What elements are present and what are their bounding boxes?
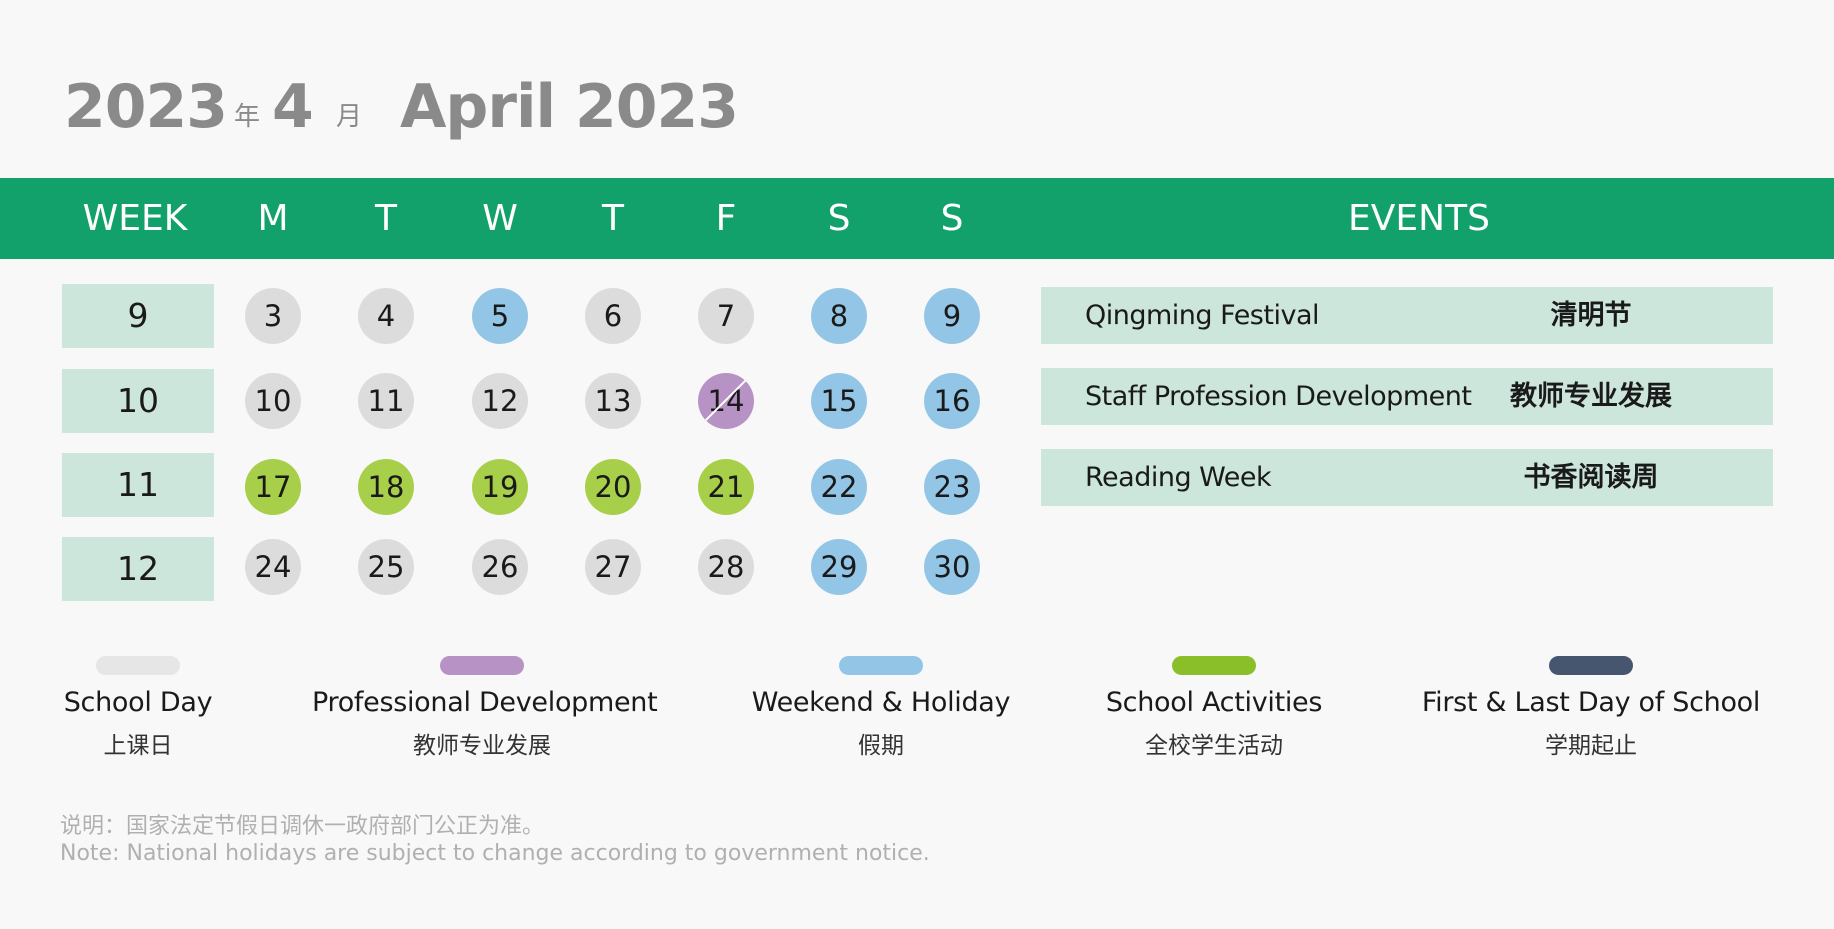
note-zh: 说明：国家法定节假日调休一政府部门公正为准。 xyxy=(60,814,545,839)
event-name-zh: 书香阅读周 xyxy=(1523,462,1659,493)
week-number: 12 xyxy=(62,537,214,601)
legend-label-en: Weekend & Holiday xyxy=(751,687,1011,718)
week-number: 9 xyxy=(62,284,214,348)
header-monday: M xyxy=(257,198,289,239)
calendar-day: 30 xyxy=(924,539,980,595)
legend-swatch xyxy=(839,656,923,675)
calendar-day: 7 xyxy=(698,288,754,344)
calendar-day: 22 xyxy=(811,459,867,515)
calendar-day: 18 xyxy=(358,459,414,515)
legend-label-zh: 教师专业发展 xyxy=(413,733,551,759)
calendar-day: 23 xyxy=(924,459,980,515)
legend-label-zh: 全校学生活动 xyxy=(1145,733,1283,759)
title-english: April 2023 xyxy=(400,72,739,142)
event-name-en: Qingming Festival xyxy=(1085,300,1320,331)
calendar-day: 16 xyxy=(924,373,980,429)
week-number: 10 xyxy=(62,369,214,433)
legend-label-en: First & Last Day of School xyxy=(1421,687,1761,718)
event-name-zh: 清明节 xyxy=(1550,300,1632,331)
calendar-day: 11 xyxy=(358,373,414,429)
calendar-day: 3 xyxy=(245,288,301,344)
legend-swatch xyxy=(1549,656,1633,675)
legend-school-activities: School Activities 全校学生活动 xyxy=(1044,656,1384,760)
event-row: Staff Profession Development 教师专业发展 xyxy=(1041,368,1773,425)
legend-weekend-holiday: Weekend & Holiday 假期 xyxy=(711,656,1051,760)
event-row: Qingming Festival 清明节 xyxy=(1041,287,1773,344)
title-month: 4 xyxy=(272,72,314,142)
calendar-day: 5 xyxy=(472,288,528,344)
calendar-day: 21 xyxy=(698,459,754,515)
calendar-day: 15 xyxy=(811,373,867,429)
event-row: Reading Week 书香阅读周 xyxy=(1041,449,1773,506)
legend-swatch xyxy=(440,656,524,675)
calendar-day: 25 xyxy=(358,539,414,595)
header-saturday: S xyxy=(827,198,851,239)
header-week: WEEK xyxy=(82,198,188,239)
calendar-day: 17 xyxy=(245,459,301,515)
legend-label-en: Professional Development xyxy=(312,687,658,718)
calendar-day: 20 xyxy=(585,459,641,515)
week-number: 11 xyxy=(62,453,214,517)
legend-label-en: School Day xyxy=(63,687,213,718)
title-year: 2023 xyxy=(64,72,228,142)
event-name-zh: 教师专业发展 xyxy=(1510,381,1672,412)
note-en: Note: National holidays are subject to c… xyxy=(60,841,930,866)
title-yue: 月 xyxy=(336,102,363,132)
calendar-day: 12 xyxy=(472,373,528,429)
title-nian: 年 xyxy=(234,102,261,132)
calendar-day: 14 xyxy=(698,373,754,429)
legend-label-zh: 假期 xyxy=(858,733,904,759)
legend-label-zh: 上课日 xyxy=(103,733,173,759)
event-name-en: Staff Profession Development xyxy=(1085,381,1472,412)
header-thursday: T xyxy=(602,198,624,239)
legend-first-last-day: First & Last Day of School 学期起止 xyxy=(1421,656,1761,760)
calendar-day: 10 xyxy=(245,373,301,429)
legend-swatch xyxy=(1172,656,1256,675)
calendar-day: 29 xyxy=(811,539,867,595)
legend-professional-development: Professional Development 教师专业发展 xyxy=(312,656,658,760)
calendar-day: 6 xyxy=(585,288,641,344)
header-tuesday: T xyxy=(375,198,397,239)
calendar-day: 24 xyxy=(245,539,301,595)
legend-label-en: School Activities xyxy=(1105,687,1323,718)
header-sunday: S xyxy=(940,198,964,239)
header-friday: F xyxy=(715,198,737,239)
calendar-day: 8 xyxy=(811,288,867,344)
calendar-header: WEEK M T W T F S S EVENTS xyxy=(0,178,1834,259)
calendar-day: 19 xyxy=(472,459,528,515)
calendar-day: 27 xyxy=(585,539,641,595)
header-events: EVENTS xyxy=(1348,198,1490,239)
header-wednesday: W xyxy=(482,198,518,239)
calendar-day: 13 xyxy=(585,373,641,429)
legend-swatch xyxy=(96,656,180,675)
event-name-en: Reading Week xyxy=(1085,462,1272,493)
calendar-day: 28 xyxy=(698,539,754,595)
legend-school-day: School Day 上课日 xyxy=(0,656,308,760)
calendar-day: 9 xyxy=(924,288,980,344)
legend-label-zh: 学期起止 xyxy=(1545,733,1637,759)
calendar-day: 4 xyxy=(358,288,414,344)
calendar-day: 26 xyxy=(472,539,528,595)
